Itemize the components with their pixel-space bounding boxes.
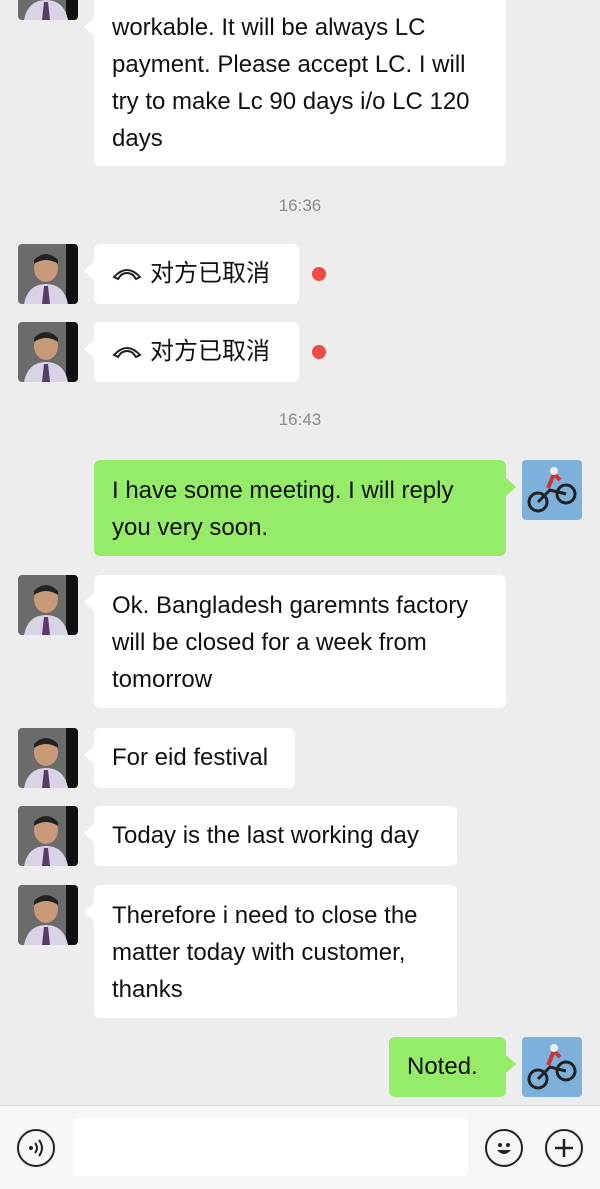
smiley-icon[interactable] (485, 1129, 523, 1167)
contact-avatar[interactable] (18, 885, 78, 945)
chat-area: workable. It will be always LC payment. … (0, 0, 600, 1105)
message-text: Noted. (407, 1053, 478, 1080)
timestamp: 16:43 (278, 410, 322, 429)
red-dot-icon (312, 345, 326, 359)
red-dot-icon (312, 267, 326, 281)
hang-up-phone-icon (112, 333, 142, 370)
timestamp: 16:36 (278, 196, 322, 215)
message-text: Today is the last working day (112, 822, 419, 849)
call-record-bubble[interactable]: 对方已取消 (84, 244, 299, 304)
contact-avatar[interactable] (18, 0, 78, 20)
voice-icon[interactable] (17, 1129, 55, 1167)
call-status-text: 对方已取消 (150, 260, 270, 287)
message-bubble-outgoing[interactable]: I have some meeting. I will reply you ve… (94, 460, 516, 556)
message-bubble-outgoing[interactable]: Noted. (389, 1037, 516, 1097)
message-bubble-incoming[interactable]: Ok. Bangladesh garemnts factory will be … (84, 575, 506, 708)
hang-up-phone-icon (112, 255, 142, 292)
message-text: workable. It will be always LC payment. … (112, 14, 470, 152)
contact-avatar[interactable] (18, 728, 78, 788)
message-input[interactable] (73, 1118, 468, 1176)
input-bar (0, 1105, 600, 1189)
call-record-bubble[interactable]: 对方已取消 (84, 322, 299, 382)
contact-avatar[interactable] (18, 575, 78, 635)
message-bubble-incoming[interactable]: Therefore i need to close the matter tod… (84, 885, 457, 1018)
message-text: Therefore i need to close the matter tod… (112, 902, 418, 1003)
message-text: Ok. Bangladesh garemnts factory will be … (112, 592, 469, 693)
message-bubble-incoming[interactable]: workable. It will be always LC payment. … (84, 0, 506, 166)
contact-avatar[interactable] (18, 322, 78, 382)
plus-icon[interactable] (545, 1129, 583, 1167)
contact-avatar[interactable] (18, 244, 78, 304)
message-bubble-incoming[interactable]: Today is the last working day (84, 806, 457, 866)
contact-avatar[interactable] (18, 806, 78, 866)
message-text: I have some meeting. I will reply you ve… (112, 477, 454, 541)
message-text: For eid festival (112, 744, 269, 771)
my-avatar[interactable] (522, 460, 582, 520)
call-status-text: 对方已取消 (150, 338, 270, 365)
message-bubble-incoming[interactable]: For eid festival (84, 728, 295, 788)
my-avatar[interactable] (522, 1037, 582, 1097)
